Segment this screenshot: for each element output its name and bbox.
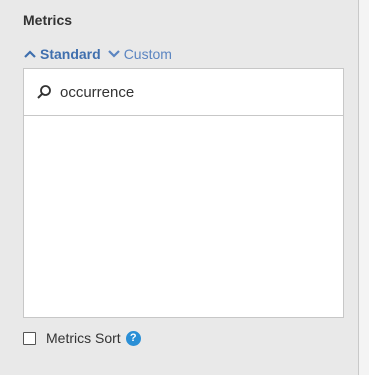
metrics-sort-label[interactable]: Metrics Sort [46, 330, 121, 346]
metrics-tabs: Standard Custom [23, 46, 172, 62]
chevron-down-icon [107, 50, 120, 58]
search-icon [37, 85, 51, 99]
chevron-up-icon [24, 50, 36, 58]
tab-custom-label: Custom [123, 46, 172, 62]
tab-standard[interactable]: Standard [23, 46, 101, 62]
tab-custom[interactable]: Custom [107, 46, 172, 62]
metrics-panel: Metrics Standard Custom Metrics Sort ? [0, 0, 359, 375]
help-icon[interactable]: ? [125, 330, 141, 346]
search-input[interactable] [60, 83, 320, 101]
metrics-results-list[interactable] [23, 115, 344, 318]
search-box [23, 68, 344, 116]
metrics-sort-checkbox[interactable] [23, 331, 36, 345]
tab-standard-label: Standard [40, 46, 101, 62]
metrics-sort-row: Metrics Sort ? [23, 330, 141, 346]
panel-edge [359, 0, 369, 375]
panel-title: Metrics [23, 12, 73, 28]
